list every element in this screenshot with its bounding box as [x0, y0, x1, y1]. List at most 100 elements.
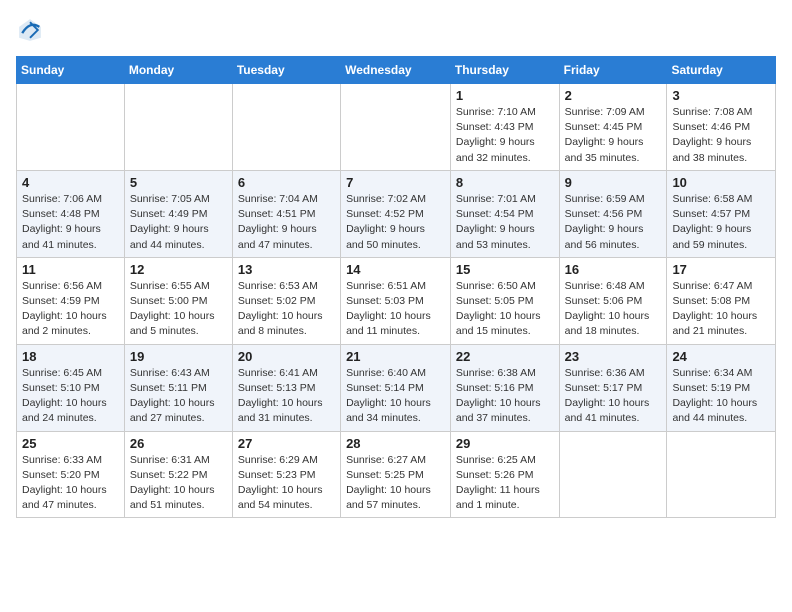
calendar-header-row: SundayMondayTuesdayWednesdayThursdayFrid… — [17, 57, 776, 84]
day-number: 6 — [238, 175, 335, 190]
day-info: Sunrise: 7:06 AM Sunset: 4:48 PM Dayligh… — [22, 192, 119, 253]
calendar-cell: 17 Sunrise: 6:47 AM Sunset: 5:08 PM Dayli… — [667, 257, 776, 344]
day-info: Sunrise: 6:38 AM Sunset: 5:16 PM Dayligh… — [456, 366, 554, 427]
calendar-cell: 8Sunrise: 7:01 AM Sunset: 4:54 PM Daylig… — [450, 170, 559, 257]
day-number: 7 — [346, 175, 445, 190]
calendar-cell — [667, 431, 776, 518]
col-header-saturday: Saturday — [667, 57, 776, 84]
calendar-cell: 7 Sunrise: 7:02 AM Sunset: 4:52 PM Daylig… — [341, 170, 451, 257]
calendar-cell: 12 Sunrise: 6:55 AM Sunset: 5:00 PM Dayli… — [124, 257, 232, 344]
day-number: 5 — [130, 175, 227, 190]
calendar-table: SundayMondayTuesdayWednesdayThursdayFrid… — [16, 56, 776, 518]
day-number: 19 — [130, 349, 227, 364]
logo — [16, 16, 48, 44]
calendar-cell: 9 Sunrise: 6:59 AM Sunset: 4:56 PM Daylig… — [559, 170, 667, 257]
calendar-cell: 29Sunrise: 6:25 AM Sunset: 5:26 PM Dayli… — [450, 431, 559, 518]
day-info: Sunrise: 6:47 AM Sunset: 5:08 PM Dayligh… — [672, 279, 770, 340]
calendar-week-row: 4Sunrise: 7:06 AM Sunset: 4:48 PM Daylig… — [17, 170, 776, 257]
day-number: 16 — [565, 262, 662, 277]
day-info: Sunrise: 6:48 AM Sunset: 5:06 PM Dayligh… — [565, 279, 662, 340]
day-number: 14 — [346, 262, 445, 277]
calendar-cell: 26 Sunrise: 6:31 AM Sunset: 5:22 PM Dayli… — [124, 431, 232, 518]
calendar-cell — [17, 84, 125, 171]
day-info: Sunrise: 6:56 AM Sunset: 4:59 PM Dayligh… — [22, 279, 119, 340]
calendar-week-row: 18 Sunrise: 6:45 AM Sunset: 5:10 PM Dayli… — [17, 344, 776, 431]
day-info: Sunrise: 6:25 AM Sunset: 5:26 PM Dayligh… — [456, 453, 554, 514]
day-number: 17 — [672, 262, 770, 277]
calendar-cell: 15 Sunrise: 6:50 AM Sunset: 5:05 PM Dayli… — [450, 257, 559, 344]
calendar-week-row: 11 Sunrise: 6:56 AM Sunset: 4:59 PM Dayli… — [17, 257, 776, 344]
day-number: 13 — [238, 262, 335, 277]
day-number: 23 — [565, 349, 662, 364]
day-info: Sunrise: 6:43 AM Sunset: 5:11 PM Dayligh… — [130, 366, 227, 427]
calendar-cell: 6 Sunrise: 7:04 AM Sunset: 4:51 PM Daylig… — [232, 170, 340, 257]
day-number: 15 — [456, 262, 554, 277]
day-info: Sunrise: 7:04 AM Sunset: 4:51 PM Dayligh… — [238, 192, 335, 253]
calendar-cell: 4Sunrise: 7:06 AM Sunset: 4:48 PM Daylig… — [17, 170, 125, 257]
calendar-cell — [232, 84, 340, 171]
day-info: Sunrise: 6:27 AM Sunset: 5:25 PM Dayligh… — [346, 453, 445, 514]
day-number: 1 — [456, 88, 554, 103]
calendar-cell: 27 Sunrise: 6:29 AM Sunset: 5:23 PM Dayli… — [232, 431, 340, 518]
day-info: Sunrise: 6:33 AM Sunset: 5:20 PM Dayligh… — [22, 453, 119, 514]
calendar-cell: 11 Sunrise: 6:56 AM Sunset: 4:59 PM Dayli… — [17, 257, 125, 344]
page-header — [16, 16, 776, 44]
calendar-cell: 19 Sunrise: 6:43 AM Sunset: 5:11 PM Dayli… — [124, 344, 232, 431]
day-info: Sunrise: 6:59 AM Sunset: 4:56 PM Dayligh… — [565, 192, 662, 253]
calendar-cell: 1 Sunrise: 7:10 AM Sunset: 4:43 PM Daylig… — [450, 84, 559, 171]
col-header-wednesday: Wednesday — [341, 57, 451, 84]
logo-icon — [16, 16, 44, 44]
calendar-cell: 14 Sunrise: 6:51 AM Sunset: 5:03 PM Dayli… — [341, 257, 451, 344]
day-info: Sunrise: 6:45 AM Sunset: 5:10 PM Dayligh… — [22, 366, 119, 427]
calendar-cell: 2Sunrise: 7:09 AM Sunset: 4:45 PM Daylig… — [559, 84, 667, 171]
day-number: 18 — [22, 349, 119, 364]
calendar-week-row: 1 Sunrise: 7:10 AM Sunset: 4:43 PM Daylig… — [17, 84, 776, 171]
day-info: Sunrise: 6:34 AM Sunset: 5:19 PM Dayligh… — [672, 366, 770, 427]
day-info: Sunrise: 6:50 AM Sunset: 5:05 PM Dayligh… — [456, 279, 554, 340]
col-header-tuesday: Tuesday — [232, 57, 340, 84]
day-number: 8 — [456, 175, 554, 190]
day-info: Sunrise: 6:31 AM Sunset: 5:22 PM Dayligh… — [130, 453, 227, 514]
calendar-cell: 5 Sunrise: 7:05 AM Sunset: 4:49 PM Daylig… — [124, 170, 232, 257]
calendar-cell — [341, 84, 451, 171]
day-number: 9 — [565, 175, 662, 190]
calendar-cell — [124, 84, 232, 171]
day-number: 25 — [22, 436, 119, 451]
day-info: Sunrise: 6:58 AM Sunset: 4:57 PM Dayligh… — [672, 192, 770, 253]
day-number: 12 — [130, 262, 227, 277]
day-number: 20 — [238, 349, 335, 364]
calendar-cell: 20 Sunrise: 6:41 AM Sunset: 5:13 PM Dayli… — [232, 344, 340, 431]
day-number: 11 — [22, 262, 119, 277]
calendar-cell: 23Sunrise: 6:36 AM Sunset: 5:17 PM Dayli… — [559, 344, 667, 431]
calendar-cell: 3Sunrise: 7:08 AM Sunset: 4:46 PM Daylig… — [667, 84, 776, 171]
calendar-cell: 25 Sunrise: 6:33 AM Sunset: 5:20 PM Dayli… — [17, 431, 125, 518]
col-header-monday: Monday — [124, 57, 232, 84]
calendar-cell: 18 Sunrise: 6:45 AM Sunset: 5:10 PM Dayli… — [17, 344, 125, 431]
day-info: Sunrise: 7:02 AM Sunset: 4:52 PM Dayligh… — [346, 192, 445, 253]
day-number: 26 — [130, 436, 227, 451]
calendar-cell — [559, 431, 667, 518]
day-number: 28 — [346, 436, 445, 451]
calendar-cell: 28 Sunrise: 6:27 AM Sunset: 5:25 PM Dayli… — [341, 431, 451, 518]
calendar-cell: 21 Sunrise: 6:40 AM Sunset: 5:14 PM Dayli… — [341, 344, 451, 431]
day-number: 24 — [672, 349, 770, 364]
day-info: Sunrise: 6:29 AM Sunset: 5:23 PM Dayligh… — [238, 453, 335, 514]
day-info: Sunrise: 6:41 AM Sunset: 5:13 PM Dayligh… — [238, 366, 335, 427]
day-info: Sunrise: 7:10 AM Sunset: 4:43 PM Dayligh… — [456, 105, 554, 166]
calendar-cell: 13Sunrise: 6:53 AM Sunset: 5:02 PM Dayli… — [232, 257, 340, 344]
calendar-cell: 22 Sunrise: 6:38 AM Sunset: 5:16 PM Dayli… — [450, 344, 559, 431]
day-info: Sunrise: 6:51 AM Sunset: 5:03 PM Dayligh… — [346, 279, 445, 340]
calendar-week-row: 25 Sunrise: 6:33 AM Sunset: 5:20 PM Dayli… — [17, 431, 776, 518]
col-header-friday: Friday — [559, 57, 667, 84]
calendar-cell: 24 Sunrise: 6:34 AM Sunset: 5:19 PM Dayli… — [667, 344, 776, 431]
day-number: 21 — [346, 349, 445, 364]
calendar-cell: 10Sunrise: 6:58 AM Sunset: 4:57 PM Dayli… — [667, 170, 776, 257]
day-number: 27 — [238, 436, 335, 451]
day-info: Sunrise: 7:05 AM Sunset: 4:49 PM Dayligh… — [130, 192, 227, 253]
day-info: Sunrise: 7:09 AM Sunset: 4:45 PM Dayligh… — [565, 105, 662, 166]
col-header-sunday: Sunday — [17, 57, 125, 84]
day-number: 22 — [456, 349, 554, 364]
calendar-cell: 16 Sunrise: 6:48 AM Sunset: 5:06 PM Dayli… — [559, 257, 667, 344]
day-info: Sunrise: 6:55 AM Sunset: 5:00 PM Dayligh… — [130, 279, 227, 340]
day-info: Sunrise: 6:40 AM Sunset: 5:14 PM Dayligh… — [346, 366, 445, 427]
